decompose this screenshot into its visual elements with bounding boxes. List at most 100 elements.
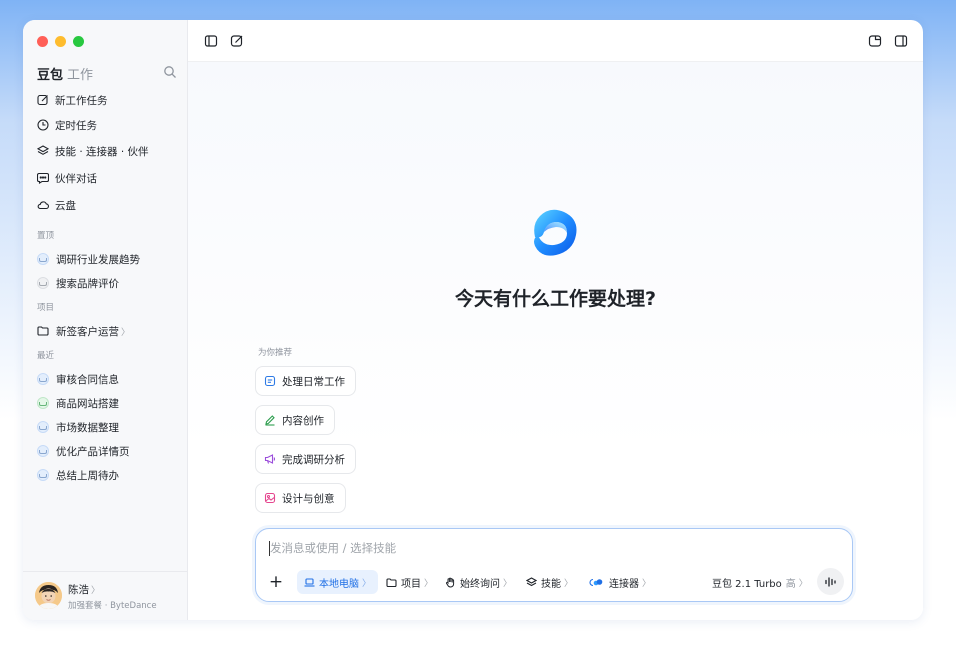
- chat-bubble-icon: [37, 253, 49, 265]
- tool-always-ask[interactable]: 始终询问〉: [445, 570, 512, 594]
- close-window-button[interactable]: [37, 36, 48, 47]
- recent-item[interactable]: 商品网站搭建: [37, 396, 119, 410]
- project-item-label: 新签客户运营: [56, 325, 119, 338]
- avatar[interactable]: [35, 582, 62, 609]
- model-selector[interactable]: 豆包 2.1 Turbo 高 〉: [712, 570, 808, 594]
- main-content: 今天有什么工作要处理? 为你推荐 处理日常工作 内容创作 完成调研分析 设计与创…: [188, 62, 923, 620]
- suggestion-research[interactable]: 完成调研分析: [255, 444, 356, 474]
- nav-label: 新工作任务: [55, 94, 108, 107]
- chat-icon: [37, 172, 49, 184]
- message-input[interactable]: [270, 541, 830, 555]
- layers-icon: [37, 145, 49, 155]
- chat-bubble-icon: [37, 469, 49, 481]
- recent-section-label: 最近: [37, 351, 55, 361]
- user-profile[interactable]: 陈浩〉 加强套餐 · ByteDance: [23, 571, 187, 620]
- chat-bubble-icon: [37, 445, 49, 457]
- project-item[interactable]: 新签客户运营 〉: [37, 324, 130, 338]
- document-icon: [264, 375, 276, 387]
- app-window: 豆包 工作 新工作任务 定时任务 技能 · 连接器 · 伙伴 伙伴对话 云盘 置…: [23, 20, 923, 620]
- nav-label: 技能 · 连接器 · 伙伴: [55, 145, 149, 158]
- pinned-item-label: 搜索品牌评价: [56, 277, 119, 290]
- projects-section-label: 项目: [37, 303, 55, 313]
- model-level: 高: [785, 578, 796, 590]
- chat-bubble-icon: [37, 277, 49, 289]
- recent-item[interactable]: 总结上周待办: [37, 468, 119, 482]
- brand-name: 豆包: [37, 68, 64, 83]
- folder-icon: [386, 577, 397, 587]
- message-composer: + 本地电脑〉 项目〉 始终询问〉 技能〉: [255, 528, 853, 602]
- add-attachment-button[interactable]: +: [266, 570, 286, 594]
- pinned-item[interactable]: 调研行业发展趋势: [37, 252, 140, 266]
- hand-icon: [445, 577, 455, 587]
- sidebar-toggle-icon[interactable]: [204, 34, 218, 48]
- chevron-right-icon: 〉: [121, 327, 131, 338]
- sidebar-item-cloud[interactable]: 云盘: [37, 198, 76, 212]
- tool-label: 连接器: [609, 578, 639, 590]
- pinned-section-label: 置顶: [37, 231, 55, 241]
- tool-project[interactable]: 项目〉: [386, 570, 433, 594]
- nav-label: 伙伴对话: [55, 172, 97, 185]
- connector-icon: [589, 578, 603, 586]
- chevron-right-icon: 〉: [564, 578, 574, 589]
- zoom-window-button[interactable]: [73, 36, 84, 47]
- megaphone-icon: [264, 454, 276, 464]
- pen-icon: [265, 415, 275, 426]
- recent-item-label: 优化产品详情页: [56, 445, 130, 458]
- right-panel-toggle-icon[interactable]: [894, 34, 908, 48]
- user-name-text: 陈浩: [68, 584, 89, 596]
- nav-label: 云盘: [55, 199, 76, 212]
- recommend-label: 为你推荐: [258, 348, 293, 358]
- recent-item[interactable]: 审核合同信息: [37, 372, 119, 386]
- image-icon: [264, 492, 276, 504]
- chevron-right-icon: 〉: [362, 578, 372, 589]
- voice-input-button[interactable]: [817, 568, 844, 595]
- pinned-item-label: 调研行业发展趋势: [56, 253, 140, 266]
- tool-label: 始终询问: [460, 578, 500, 590]
- tool-label: 本地电脑: [319, 578, 359, 590]
- chat-bubble-icon: [37, 421, 49, 433]
- chat-bubble-icon: [37, 397, 49, 409]
- app-brand: 豆包 工作: [37, 64, 93, 83]
- text-caret: [269, 541, 270, 556]
- edit-icon: [37, 94, 48, 106]
- model-name: 豆包 2.1 Turbo: [712, 578, 782, 590]
- suggestion-label: 处理日常工作: [282, 375, 345, 388]
- suggestion-design[interactable]: 设计与创意: [255, 483, 346, 513]
- chevron-right-icon: 〉: [798, 578, 808, 589]
- brand-sub: 工作: [67, 68, 94, 83]
- sidebar-item-new-task[interactable]: 新工作任务: [37, 93, 108, 107]
- recent-item-label: 市场数据整理: [56, 421, 119, 434]
- nav-label: 定时任务: [55, 119, 97, 132]
- recent-item[interactable]: 市场数据整理: [37, 420, 119, 434]
- suggestion-label: 完成调研分析: [282, 453, 345, 466]
- sidebar-item-scheduled[interactable]: 定时任务: [37, 118, 97, 132]
- suggestion-daily-work[interactable]: 处理日常工作: [255, 366, 356, 396]
- tool-label: 技能: [541, 578, 561, 590]
- clock-icon: [37, 119, 49, 131]
- top-toolbar: [188, 20, 923, 62]
- user-name: 陈浩〉: [68, 582, 100, 597]
- tool-label: 项目: [401, 578, 421, 590]
- sidebar-item-skills[interactable]: 技能 · 连接器 · 伙伴: [37, 144, 149, 158]
- suggestion-content-creation[interactable]: 内容创作: [255, 405, 335, 435]
- tool-connectors[interactable]: 连接器〉: [587, 570, 651, 594]
- tool-local-computer[interactable]: 本地电脑〉: [297, 570, 379, 594]
- sidebar-item-partner-chat[interactable]: 伙伴对话: [37, 171, 97, 185]
- suggestion-label: 内容创作: [282, 414, 324, 427]
- chevron-right-icon: 〉: [424, 578, 434, 589]
- recent-item[interactable]: 优化产品详情页: [37, 444, 130, 458]
- doubao-logo-icon: [534, 209, 577, 256]
- layers-icon: [526, 576, 537, 586]
- pinned-item[interactable]: 搜索品牌评价: [37, 276, 119, 290]
- tool-skills[interactable]: 技能〉: [526, 570, 573, 594]
- laptop-icon: [304, 577, 315, 587]
- new-chat-icon[interactable]: [230, 34, 244, 48]
- search-icon[interactable]: [163, 65, 177, 79]
- window-controls: [37, 36, 84, 47]
- minimize-window-button[interactable]: [55, 36, 66, 47]
- recent-item-label: 商品网站搭建: [56, 397, 119, 410]
- pin-window-icon[interactable]: [868, 34, 882, 48]
- cloud-icon: [37, 201, 49, 210]
- chevron-right-icon: 〉: [91, 586, 101, 596]
- page-title: 今天有什么工作要处理?: [454, 288, 657, 310]
